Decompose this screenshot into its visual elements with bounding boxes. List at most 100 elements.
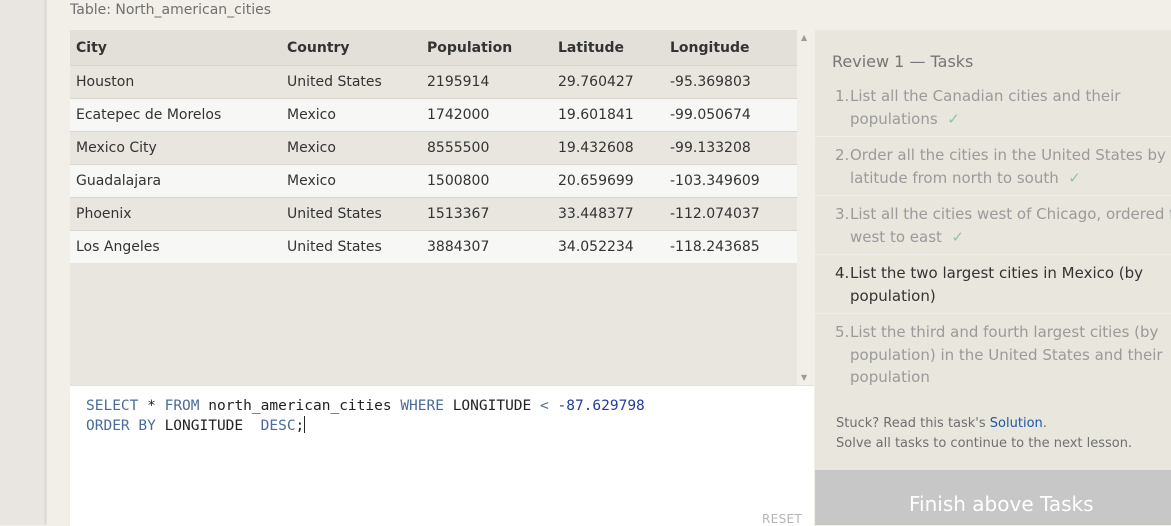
cell-latitude: 19.601841 — [552, 98, 664, 132]
left-gutter — [0, 0, 44, 525]
task-text: List all the cities west of Chicago, ord… — [850, 205, 1171, 223]
sql-column: LONGITUDE — [164, 418, 244, 434]
task-number: 5. — [835, 323, 850, 341]
cell-population: 1500800 — [421, 164, 552, 198]
reset-button[interactable]: RESET — [762, 512, 802, 526]
table-row: Phoenix United States 1513367 33.448377 … — [70, 197, 797, 231]
sql-table-name: north_american_cities — [208, 398, 392, 414]
table-row: Houston United States 2195914 29.760427 … — [70, 65, 797, 99]
task-item: 2. Order all the cities in the United St… — [815, 137, 1171, 196]
cell-country: Mexico — [281, 98, 421, 132]
results-scrollbar[interactable]: ▲ ▼ — [797, 30, 814, 385]
sql-star: * — [147, 398, 156, 414]
column-header-city: City — [70, 30, 281, 66]
task-item: 1. List all the Canadian cities and thei… — [815, 78, 1171, 137]
cell-longitude: -112.074037 — [664, 197, 797, 231]
cell-latitude: 34.052234 — [552, 230, 664, 263]
column-header-latitude: Latitude — [552, 30, 664, 66]
table-row: Ecatepec de Morelos Mexico 1742000 19.60… — [70, 98, 797, 132]
cell-city: Guadalajara — [70, 164, 281, 198]
cell-country: United States — [281, 197, 421, 231]
cell-longitude: -95.369803 — [664, 65, 797, 99]
cell-longitude: -99.133208 — [664, 131, 797, 165]
table-caption: Table: North_american_cities — [70, 2, 272, 18]
cell-country: Mexico — [281, 164, 421, 198]
results-table: City Country Population Latitude Longitu… — [70, 30, 797, 263]
task-text: population — [850, 368, 930, 386]
task-text: population) — [850, 286, 936, 305]
cell-longitude: -103.349609 — [664, 164, 797, 198]
cell-latitude: 19.432608 — [552, 131, 664, 165]
task-text: populations — [850, 109, 938, 128]
task-text: List all the Canadian cities and their — [850, 87, 1121, 105]
sql-keyword: SELECT — [86, 398, 139, 414]
table-row: Los Angeles United States 3884307 34.052… — [70, 230, 797, 263]
cell-city: Mexico City — [70, 131, 281, 165]
cell-city: Houston — [70, 65, 281, 99]
task-item: 3. List all the cities west of Chicago, … — [815, 196, 1171, 255]
scroll-down-arrow-icon[interactable]: ▼ — [801, 373, 807, 382]
column-header-longitude: Longitude — [664, 30, 797, 66]
cell-population: 8555500 — [421, 131, 552, 165]
sql-keyword: WHERE — [400, 398, 444, 414]
task-list: 1. List all the Canadian cities and thei… — [815, 78, 1171, 395]
task-number: 2. — [835, 146, 850, 164]
sql-keyword: DESC — [260, 418, 296, 434]
sql-editor[interactable]: SELECT * FROM north_american_cities WHER… — [70, 385, 814, 526]
checkmark-icon: ✓ — [1068, 168, 1081, 187]
tasks-title: Review 1 — Tasks — [832, 52, 974, 71]
task-number: 1. — [835, 87, 850, 105]
cell-city: Los Angeles — [70, 230, 281, 263]
task-item-current: 4. List the two largest cities in Mexico… — [815, 255, 1171, 314]
task-text: List the two largest cities in Mexico (b… — [850, 264, 1144, 282]
help-notes: Stuck? Read this task's Solution. Solve … — [836, 414, 1132, 454]
column-header-population: Population — [421, 30, 552, 66]
cell-city: Phoenix — [70, 197, 281, 231]
sql-number: -87.629798 — [557, 398, 645, 414]
cell-latitude: 29.760427 — [552, 65, 664, 99]
cell-population: 1513367 — [421, 197, 552, 231]
cell-population: 2195914 — [421, 65, 552, 99]
sql-terminator: ; — [295, 418, 305, 434]
sql-keyword: FROM — [164, 398, 200, 414]
table-row: Mexico City Mexico 8555500 19.432608 -99… — [70, 131, 797, 165]
task-text: List the third and fourth largest cities… — [850, 323, 1159, 341]
cell-population: 1742000 — [421, 98, 552, 132]
stuck-suffix: . — [1042, 416, 1047, 431]
cell-longitude: -99.050674 — [664, 98, 797, 132]
cell-population: 3884307 — [421, 230, 552, 263]
review-tasks-panel: Review 1 — Tasks 1. List all the Canadia… — [815, 30, 1171, 470]
text-cursor — [304, 416, 306, 433]
stuck-text: Stuck? Read this task's — [836, 416, 990, 431]
sql-column: LONGITUDE — [452, 398, 532, 414]
task-text: Order all the cities in the United State… — [850, 146, 1171, 164]
cell-city: Ecatepec de Morelos — [70, 98, 281, 132]
cell-latitude: 33.448377 — [552, 197, 664, 231]
sql-operator: < — [540, 398, 549, 414]
sql-keyword: ORDER BY — [86, 418, 156, 434]
sql-code[interactable]: SELECT * FROM north_american_cities WHER… — [86, 396, 645, 436]
checkmark-icon: ✓ — [951, 227, 965, 246]
cell-longitude: -118.243685 — [664, 230, 797, 263]
task-text: population) in the United States and the… — [850, 345, 1163, 364]
column-header-country: Country — [281, 30, 421, 66]
checkmark-icon: ✓ — [947, 109, 960, 128]
cell-latitude: 20.659699 — [552, 164, 664, 198]
cell-country: United States — [281, 230, 421, 263]
task-number: 4. — [835, 264, 850, 282]
table-row: Guadalajara Mexico 1500800 20.659699 -10… — [70, 164, 797, 198]
solve-all-text: Solve all tasks to continue to the next … — [836, 436, 1133, 451]
finish-tasks-button[interactable]: Finish above Tasks — [815, 470, 1171, 525]
cell-country: Mexico — [281, 131, 421, 165]
cell-country: United States — [281, 65, 421, 99]
task-text: latitude from north to south — [850, 168, 1059, 187]
gutter-shadow — [44, 0, 47, 525]
task-number: 3. — [835, 205, 850, 223]
table-header-row: City Country Population Latitude Longitu… — [70, 30, 797, 66]
scroll-up-arrow-icon[interactable]: ▲ — [801, 33, 807, 42]
task-text: west to east — [850, 227, 942, 246]
task-item: 5. List the third and fourth largest cit… — [815, 314, 1171, 395]
results-table-panel: City Country Population Latitude Longitu… — [70, 30, 797, 385]
solution-link[interactable]: Solution — [990, 416, 1043, 431]
finish-button-label: Finish above Tasks — [909, 492, 1094, 516]
